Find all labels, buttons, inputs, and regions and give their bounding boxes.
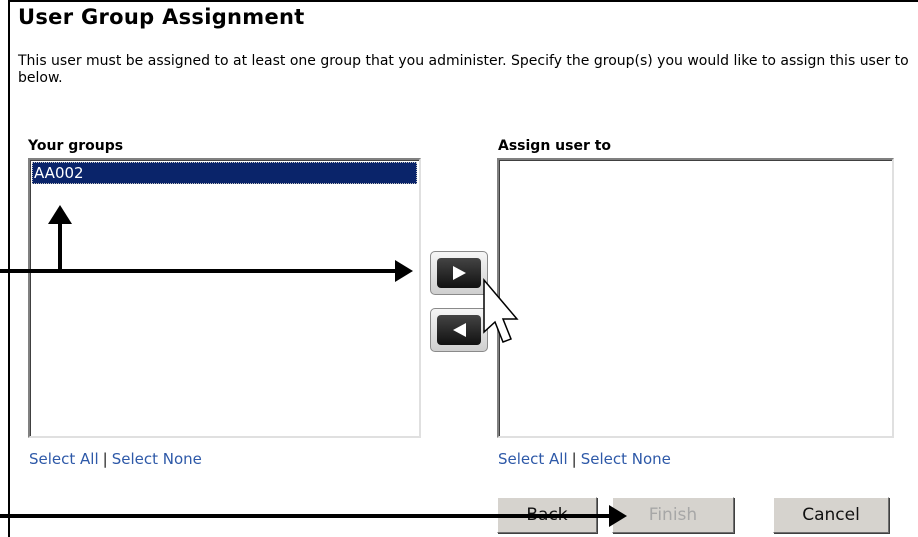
- remove-button-face: [437, 315, 481, 345]
- back-button[interactable]: Back: [497, 497, 597, 533]
- your-groups-select-all-link[interactable]: Select All: [29, 450, 99, 468]
- triangle-left-icon: [452, 323, 466, 337]
- link-separator: |: [102, 450, 108, 468]
- list-item[interactable]: AA002: [32, 162, 417, 184]
- link-separator: |: [571, 450, 577, 468]
- assign-user-to-select-none-link[interactable]: Select None: [581, 450, 671, 468]
- assign-user-to-select-all-link[interactable]: Select All: [498, 450, 568, 468]
- finish-button[interactable]: Finish: [612, 497, 734, 533]
- assign-user-to-listbox[interactable]: [497, 158, 894, 438]
- add-to-assigned-button[interactable]: [430, 251, 488, 295]
- triangle-right-icon: [452, 266, 466, 280]
- add-button-face: [437, 258, 481, 288]
- assign-user-to-selection-links: Select All | Select None: [498, 450, 671, 468]
- your-groups-selection-links: Select All | Select None: [29, 450, 202, 468]
- cancel-button[interactable]: Cancel: [773, 497, 889, 533]
- your-groups-listbox[interactable]: AA002: [28, 158, 421, 438]
- remove-from-assigned-button[interactable]: [430, 308, 488, 352]
- assign-user-to-label: Assign user to: [498, 138, 612, 154]
- your-groups-select-none-link[interactable]: Select None: [112, 450, 202, 468]
- your-groups-label: Your groups: [28, 138, 124, 154]
- instructions-text: This user must be assigned to at least o…: [18, 53, 909, 86]
- page-title: User Group Assignment: [18, 5, 305, 29]
